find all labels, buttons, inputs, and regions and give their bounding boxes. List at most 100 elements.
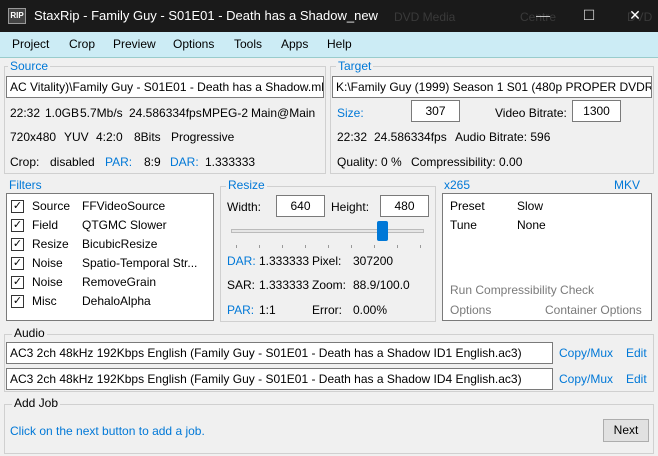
menu-project[interactable]: Project [12,37,49,51]
staxrip-app-icon[interactable]: RIP [8,8,26,24]
filter-name: FFVideoSource [82,199,166,213]
tune-value[interactable]: None [517,218,546,232]
compressibility-value: Compressibility: 0.00 [411,155,523,169]
filter-category: Misc [32,294,57,308]
source-fps: 24.586334fps [129,106,202,120]
target-size-input[interactable]: 307 [411,100,460,122]
filter-row[interactable]: ✓ Noise RemoveGrain [7,273,213,292]
filter-checkbox[interactable]: ✓ [11,295,24,308]
preset-label: Preset [450,199,485,213]
audio-track-1-edit[interactable]: Edit [626,346,647,360]
audio-track-1-field[interactable]: AC3 2ch 48kHz 192Kbps English (Family Gu… [6,342,553,364]
resize-slider-handle[interactable] [377,221,388,241]
source-colorspace: YUV [64,130,89,144]
menu-preview[interactable]: Preview [113,37,156,51]
menu-apps[interactable]: Apps [281,37,308,51]
sar-label: SAR: [227,278,256,292]
menu-bar: Project Crop Preview Options Tools Apps … [0,32,658,58]
add-job-group-label: Add Job [12,396,61,410]
slider-tick [236,245,237,248]
zoom-label: Zoom: [312,278,347,292]
audio-bitrate: Audio Bitrate: 596 [455,130,551,144]
filter-row[interactable]: ✓ Noise Spatio-Temporal Str... [7,254,213,273]
source-codec: MPEG-2 [202,106,249,120]
zoom-value: 88.9/100.0 [353,278,410,292]
maximize-icon[interactable]: ☐ [566,0,612,32]
sar-value: 1.333333 [259,278,310,292]
resize-dar-label[interactable]: DAR: [227,254,256,268]
filter-name: RemoveGrain [82,275,157,289]
filter-checkbox[interactable]: ✓ [11,200,24,213]
width-label: Width: [227,200,262,214]
source-par-value: 8:9 [144,155,161,169]
filter-checkbox[interactable]: ✓ [11,257,24,270]
container-label[interactable]: MKV [614,178,640,192]
audio-group-label: Audio [12,326,47,340]
filter-row[interactable]: ✓ Source FFVideoSource [7,197,213,216]
target-group-label: Target [336,59,374,73]
encoder-label[interactable]: x265 [444,178,470,192]
add-job-hint: Click on the next button to add a job. [10,424,205,438]
preset-value[interactable]: Slow [517,199,543,213]
slider-tick [420,245,421,248]
source-bitrate: 5.7Mb/s [80,106,123,120]
encoder-options-link[interactable]: Options [450,303,491,317]
source-dar-label[interactable]: DAR: [170,155,199,169]
filter-name: QTGMC Slower [82,218,167,232]
resize-group-label: Resize [226,178,267,192]
filter-name: DehaloAlpha [82,294,151,308]
resize-par-label[interactable]: PAR: [227,303,254,317]
audio-track-2-field[interactable]: AC3 2ch 48kHz 192Kbps English (Family Gu… [6,368,553,390]
filter-row[interactable]: ✓ Resize BicubicResize [7,235,213,254]
close-icon[interactable]: ✕ [612,0,658,32]
menu-options[interactable]: Options [173,37,214,51]
background-tab-1: DVD Media [394,10,456,24]
source-bitdepth: 8Bits [134,130,161,144]
run-compressibility-check-link[interactable]: Run Compressibility Check [450,283,594,297]
pixel-label: Pixel: [312,254,342,268]
next-button[interactable]: Next [603,419,649,442]
filter-category: Source [32,199,71,213]
filters-list[interactable]: ✓ Source FFVideoSource ✓ Field QTGMC Slo… [6,193,214,321]
menu-tools[interactable]: Tools [234,37,262,51]
source-par-label[interactable]: PAR: [105,155,132,169]
menu-help[interactable]: Help [327,37,352,51]
minimize-icon[interactable]: — [520,0,566,32]
crop-value: disabled [50,155,95,169]
target-size-label[interactable]: Size: [337,106,364,120]
filter-row[interactable]: ✓ Misc DehaloAlpha [7,292,213,311]
filter-category: Resize [32,237,69,251]
source-file-field[interactable]: AC Vitality)\Family Guy - S01E01 - Death… [6,76,324,98]
error-label: Error: [312,303,342,317]
filter-category: Noise [32,256,63,270]
window-title: StaxRip - Family Guy - S01E01 - Death ha… [34,8,378,23]
filter-checkbox[interactable]: ✓ [11,238,24,251]
container-options-link[interactable]: Container Options [545,303,642,317]
source-scan-type: Progressive [171,130,235,144]
source-profile: Main@Main [251,106,316,120]
target-file-field[interactable]: K:\Family Guy (1999) Season 1 S01 (480p … [332,76,652,98]
error-value: 0.00% [353,303,388,317]
audio-track-2-copy-mux[interactable]: Copy/Mux [559,372,613,386]
quality-value: Quality: 0 % [337,155,402,169]
filter-checkbox[interactable]: ✓ [11,219,24,232]
filter-checkbox[interactable]: ✓ [11,276,24,289]
filter-category: Noise [32,275,63,289]
slider-tick [282,245,283,248]
audio-track-1-copy-mux[interactable]: Copy/Mux [559,346,613,360]
video-bitrate-label: Video Bitrate: [495,106,567,120]
source-resolution: 720x480 [10,130,57,144]
slider-tick [351,245,352,248]
resize-slider-track[interactable] [231,229,424,233]
source-chroma: 4:2:0 [96,130,123,144]
audio-track-2-edit[interactable]: Edit [626,372,647,386]
menu-crop[interactable]: Crop [69,37,95,51]
target-duration: 22:32 [337,130,368,144]
slider-tick [305,245,306,248]
height-input[interactable]: 480 [380,195,429,217]
source-group-label: Source [8,59,51,73]
pixel-value: 307200 [353,254,394,268]
filter-row[interactable]: ✓ Field QTGMC Slower [7,216,213,235]
width-input[interactable]: 640 [276,195,325,217]
video-bitrate-input[interactable]: 1300 [572,100,621,122]
